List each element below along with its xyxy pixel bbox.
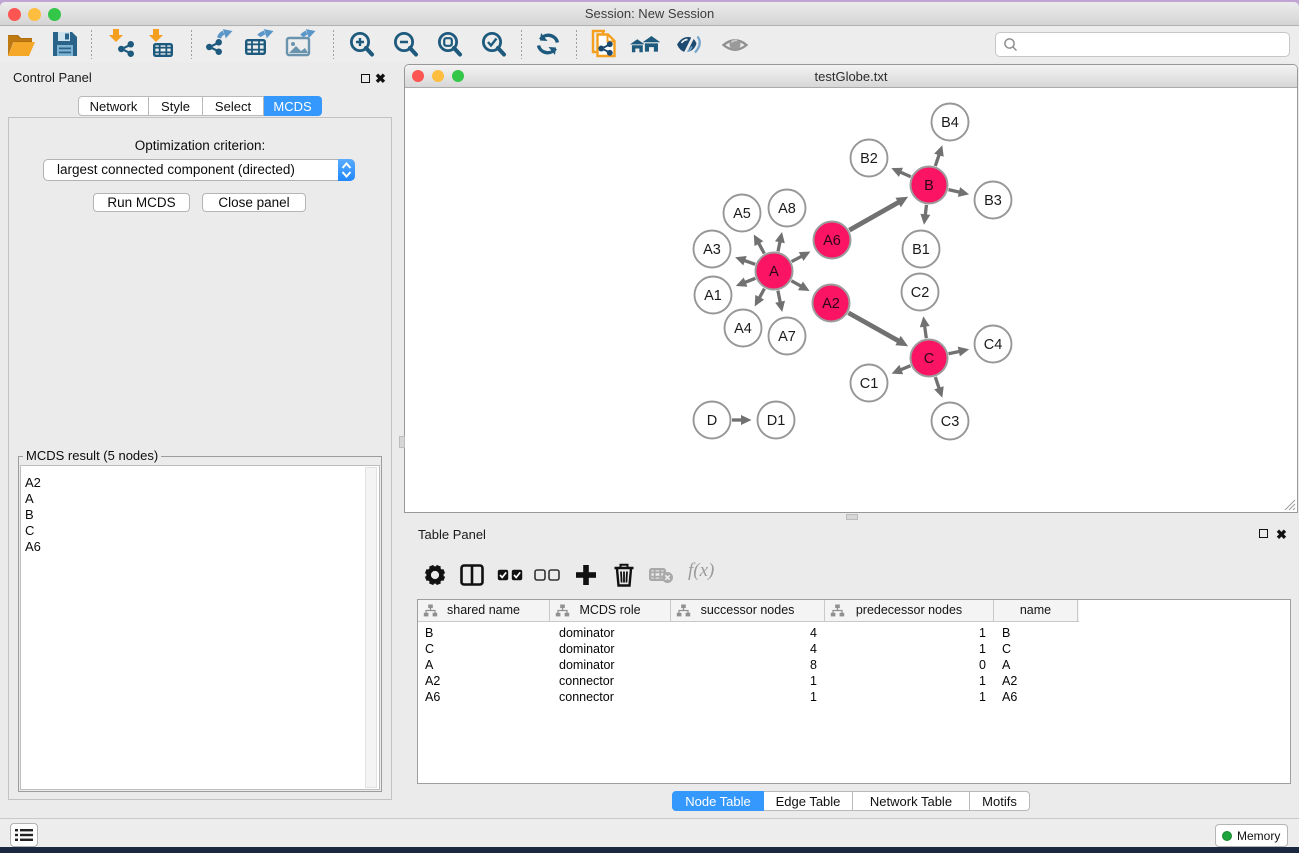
- svg-text:D1: D1: [767, 413, 786, 429]
- svg-text:B: B: [924, 178, 934, 194]
- svg-text:C3: C3: [941, 414, 960, 430]
- svg-text:C1: C1: [860, 376, 879, 392]
- svg-text:B3: B3: [984, 193, 1002, 209]
- svg-text:B1: B1: [912, 242, 930, 258]
- svg-text:A6: A6: [823, 233, 841, 249]
- svg-text:A3: A3: [703, 242, 721, 258]
- svg-text:A8: A8: [778, 201, 796, 217]
- svg-text:A: A: [769, 264, 779, 280]
- svg-text:A7: A7: [778, 329, 796, 345]
- svg-text:C4: C4: [984, 337, 1003, 353]
- svg-text:A4: A4: [734, 321, 752, 337]
- svg-text:A1: A1: [704, 288, 722, 304]
- svg-text:C2: C2: [911, 285, 930, 301]
- svg-text:A5: A5: [733, 206, 751, 222]
- svg-text:D: D: [707, 413, 717, 429]
- svg-text:B4: B4: [941, 115, 959, 131]
- svg-text:A2: A2: [822, 296, 840, 312]
- svg-text:C: C: [924, 351, 934, 367]
- svg-text:B2: B2: [860, 151, 878, 167]
